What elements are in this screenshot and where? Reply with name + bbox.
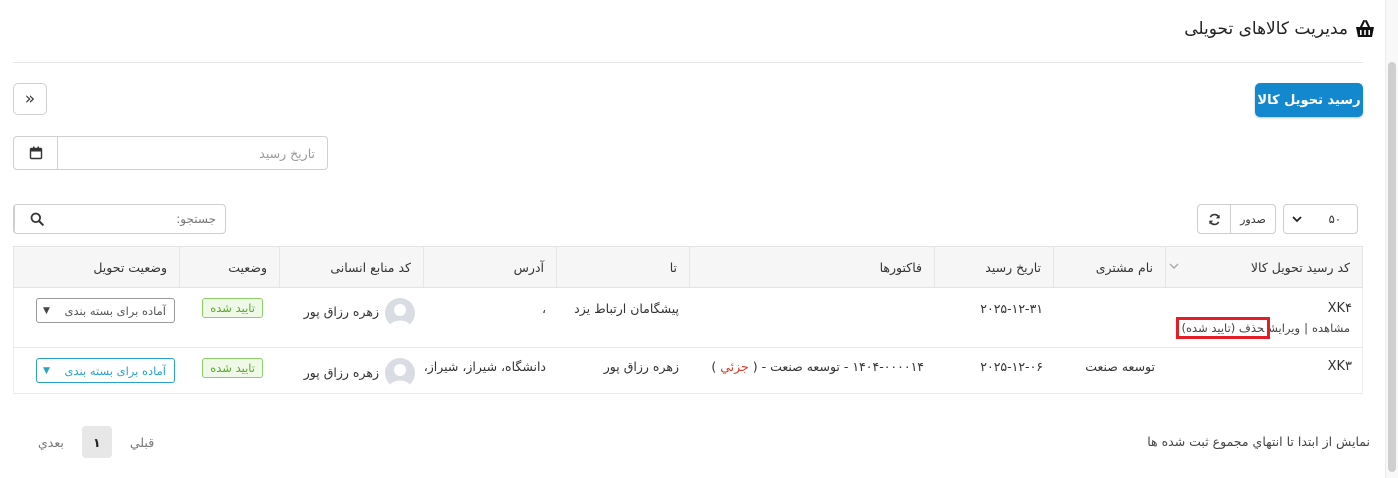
new-delivery-receipt-button[interactable]: رسید تحویل کالا bbox=[1255, 83, 1363, 117]
column-header-invoices[interactable]: فاکتورها bbox=[689, 247, 934, 287]
delivery-status-select[interactable]: آماده برای بسته بندی ▼ bbox=[36, 358, 175, 383]
next-page-button[interactable]: بعدي bbox=[38, 435, 64, 450]
column-header-address[interactable]: آدرس bbox=[423, 247, 556, 287]
cell-address: ، bbox=[423, 288, 556, 347]
basket-icon bbox=[1354, 18, 1376, 40]
cell-invoices bbox=[689, 288, 934, 347]
status-badge: تایید شده bbox=[202, 358, 263, 378]
hr-name: زهره رزاق پور bbox=[303, 365, 379, 380]
receipt-date: ۲۰۲۵-۱۲-۰۶ bbox=[980, 359, 1043, 374]
address: ، bbox=[541, 301, 546, 316]
search-button[interactable] bbox=[14, 205, 58, 233]
table-header: کد رسید تحویل کالا نام مشتری تاریخ رسید … bbox=[13, 246, 1363, 288]
column-header-status[interactable]: وضعیت bbox=[179, 247, 279, 287]
delivery-status-select[interactable]: آماده برای بسته بندی ▼ bbox=[36, 298, 175, 323]
page-size-select[interactable]: ۵۰ bbox=[1283, 204, 1358, 234]
receipt-code: XK۴ bbox=[1327, 301, 1352, 316]
caret-down-icon: ▼ bbox=[43, 365, 50, 376]
caret-down-icon: ▼ bbox=[43, 305, 50, 316]
status-badge: تایید شده bbox=[202, 298, 263, 318]
receipt-date: ۲۰۲۵-۱۲-۳۱ bbox=[980, 301, 1043, 316]
date-filter bbox=[13, 136, 328, 170]
delete-link[interactable]: حذف (تایید شده) bbox=[1175, 317, 1271, 339]
search-group bbox=[13, 204, 226, 234]
cell-address: دانشگاه، شیراز، شیراز، bbox=[423, 348, 556, 393]
invoice-status: جزئي bbox=[720, 359, 749, 374]
pagination: بعدي ۱ قبلي bbox=[38, 426, 154, 458]
table-row: XK۳ توسعه صنعت ۲۰۲۵-۱۲-۰۶ ۱۴۰۴-۰۰۰۰۱۴ - … bbox=[13, 348, 1363, 394]
recipient: زهره رزاق پور bbox=[603, 359, 679, 374]
cell-code: XK۳ bbox=[1165, 348, 1362, 393]
cell-status: تایید شده bbox=[179, 288, 279, 347]
address: دانشگاه، شیراز، شیراز، bbox=[423, 359, 546, 374]
cell-delivery-status: آماده برای بسته بندی ▼ bbox=[12, 288, 179, 347]
calendar-icon bbox=[29, 146, 42, 160]
customer-name: توسعه صنعت bbox=[1085, 359, 1155, 374]
column-header-to[interactable]: تا bbox=[556, 247, 689, 287]
cell-delivery-status: آماده برای بسته بندی ▼ bbox=[12, 348, 179, 393]
avatar bbox=[385, 358, 415, 388]
column-header-date[interactable]: تاریخ رسید bbox=[934, 247, 1053, 287]
invoice-link[interactable]: ۱۴۰۴-۰۰۰۰۱۴ - توسعه صنعت - ( جزئي ) bbox=[711, 359, 924, 374]
avatar bbox=[385, 298, 415, 328]
export-group: صدور bbox=[1197, 204, 1276, 234]
cell-code: XK۴ مشاهده|ویرایشحذف (تایید شده) bbox=[1165, 288, 1362, 347]
double-chevron-right-icon: » bbox=[24, 89, 36, 109]
cell-to: پیشگامان ارتباط یزد bbox=[556, 288, 689, 347]
export-button[interactable]: صدور bbox=[1231, 205, 1275, 233]
calendar-button[interactable] bbox=[14, 137, 58, 169]
search-input[interactable] bbox=[58, 205, 225, 233]
delivery-table: کد رسید تحویل کالا نام مشتری تاریخ رسید … bbox=[13, 246, 1363, 394]
hr-name: زهره رزاق پور bbox=[303, 304, 379, 319]
current-page-button[interactable]: ۱ bbox=[81, 426, 112, 458]
recipient: پیشگامان ارتباط یزد bbox=[574, 301, 679, 316]
column-header-hr-code[interactable]: کد منابع انسانی bbox=[279, 247, 423, 287]
cell-customer: توسعه صنعت bbox=[1053, 348, 1165, 393]
cell-invoices: ۱۴۰۴-۰۰۰۰۱۴ - توسعه صنعت - ( جزئي ) bbox=[689, 348, 934, 393]
cell-customer bbox=[1053, 288, 1165, 347]
column-header-customer[interactable]: نام مشتری bbox=[1053, 247, 1165, 287]
action-separator: | bbox=[1304, 321, 1308, 335]
receipt-date-input[interactable] bbox=[58, 137, 327, 169]
search-icon bbox=[30, 212, 44, 226]
row-actions: مشاهده|ویرایشحذف (تایید شده) bbox=[1175, 317, 1352, 339]
cell-date: ۲۰۲۵-۱۲-۰۶ bbox=[934, 348, 1053, 393]
chevron-down-icon bbox=[1169, 262, 1179, 273]
page-size-value: ۵۰ bbox=[1328, 212, 1341, 226]
cell-hr: زهره رزاق پور bbox=[279, 288, 423, 347]
receipt-code: XK۳ bbox=[1327, 359, 1352, 374]
view-link[interactable]: مشاهده bbox=[1310, 321, 1352, 335]
table-row: XK۴ مشاهده|ویرایشحذف (تایید شده) ۲۰۲۵-۱۲… bbox=[13, 288, 1363, 348]
title-divider bbox=[13, 62, 1363, 63]
cell-hr: زهره رزاق پور bbox=[279, 348, 423, 393]
cell-to: زهره رزاق پور bbox=[556, 348, 689, 393]
page-title: مدیریت کالاهای تحویلی bbox=[1184, 19, 1348, 39]
cell-status: تایید شده bbox=[179, 348, 279, 393]
prev-page-button[interactable]: قبلي bbox=[130, 435, 154, 450]
scrollbar-thumb[interactable] bbox=[1388, 62, 1396, 472]
refresh-icon bbox=[1208, 213, 1220, 225]
table-info: نمايش از ابتدا تا انتهاي مجموع ثبت شده ه… bbox=[1147, 434, 1370, 449]
refresh-button[interactable] bbox=[1198, 205, 1231, 233]
edit-link[interactable]: ویرایش bbox=[1266, 321, 1302, 335]
column-header-delivery-status[interactable]: وضعیت تحویل bbox=[12, 247, 179, 287]
collapse-sidebar-button[interactable]: » bbox=[13, 83, 47, 115]
chevron-down-icon bbox=[1292, 212, 1302, 226]
column-header-code[interactable]: کد رسید تحویل کالا bbox=[1165, 247, 1362, 287]
cell-date: ۲۰۲۵-۱۲-۳۱ bbox=[934, 288, 1053, 347]
